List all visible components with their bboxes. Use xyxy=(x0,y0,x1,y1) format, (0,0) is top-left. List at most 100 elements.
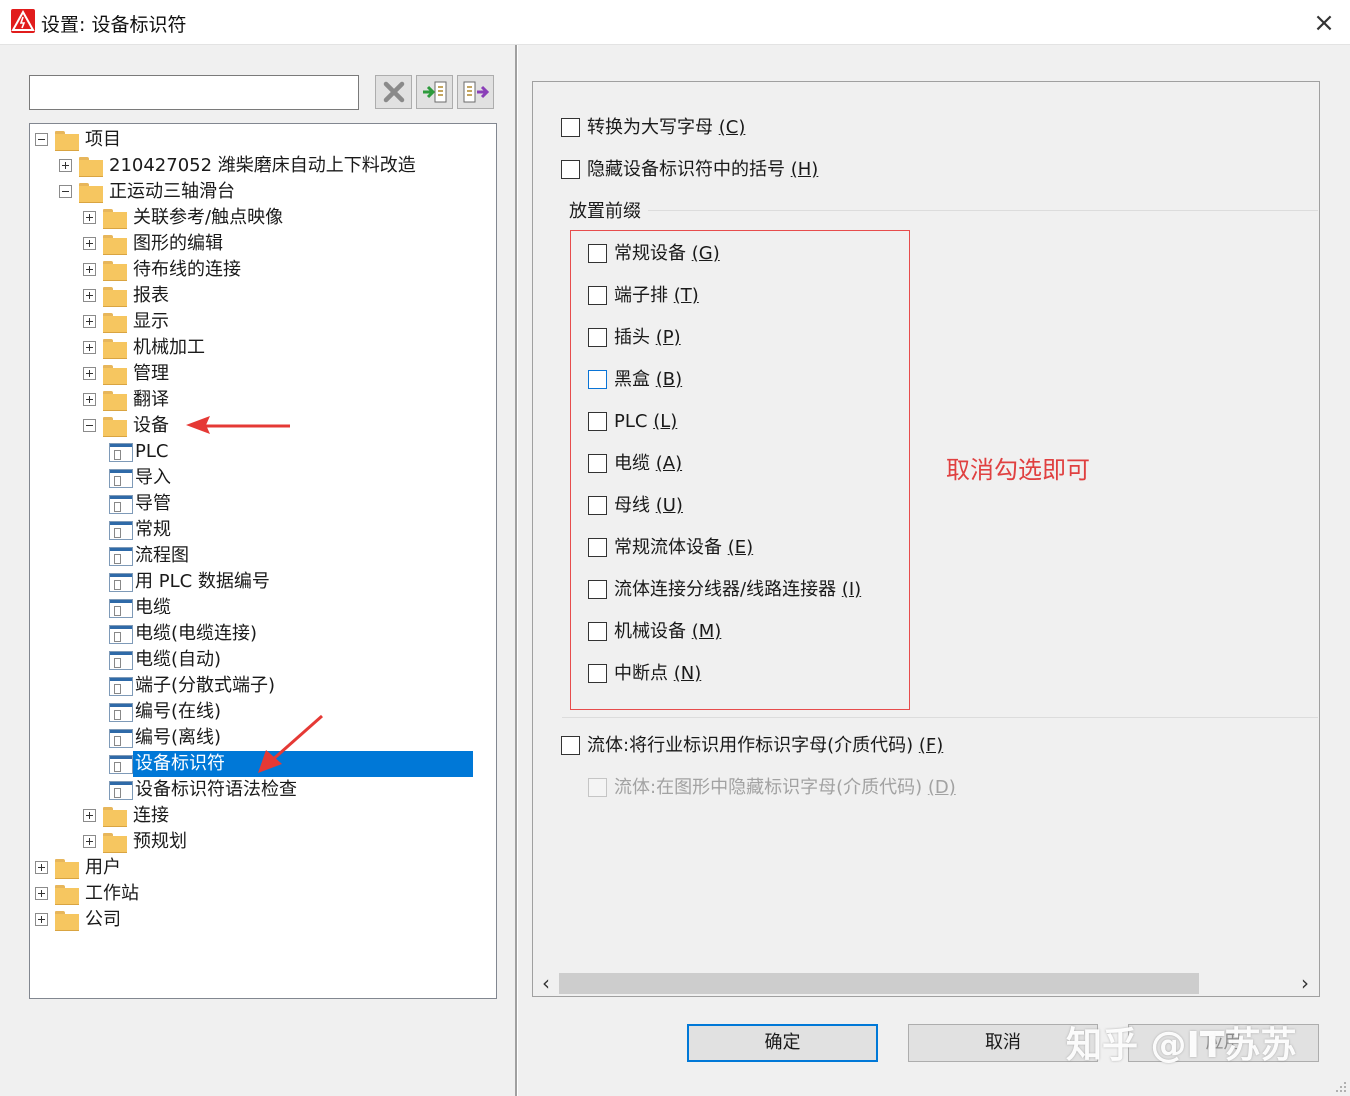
tree-item[interactable]: 管理 xyxy=(30,361,496,387)
scroll-left-icon[interactable]: ‹ xyxy=(534,971,558,996)
horizontal-scrollbar[interactable]: ‹ › xyxy=(534,971,1318,996)
prefix-option-checkbox[interactable] xyxy=(588,538,607,557)
hide-brackets-checkbox[interactable] xyxy=(561,160,580,179)
tree-item[interactable]: 公司 xyxy=(30,907,496,933)
tree-item-label: 电缆 xyxy=(135,597,171,618)
page-icon xyxy=(109,599,133,618)
scroll-thumb[interactable] xyxy=(559,973,1199,994)
page-icon xyxy=(109,703,133,722)
prefix-option-label: 中断点 (N) xyxy=(614,661,701,687)
ok-button[interactable]: 确定 xyxy=(687,1024,878,1062)
tree-item[interactable]: 报表 xyxy=(30,283,496,309)
collapse-minus-icon[interactable] xyxy=(35,133,48,146)
folder-icon xyxy=(79,156,103,177)
prefix-option-text: 常规设备 xyxy=(614,243,692,264)
prefix-option-checkbox[interactable] xyxy=(588,580,607,599)
folder-icon xyxy=(103,312,127,333)
tree-item[interactable]: 正运动三轴滑台 xyxy=(30,179,496,205)
delete-button[interactable] xyxy=(375,75,412,109)
tree-item[interactable]: 用 PLC 数据编号 xyxy=(30,569,496,595)
prefix-option-checkbox[interactable] xyxy=(588,496,607,515)
folder-icon xyxy=(55,858,79,879)
tree-item[interactable]: 流程图 xyxy=(30,543,496,569)
expand-plus-icon[interactable] xyxy=(83,835,96,848)
tree-item-label: 设备标识符语法检查 xyxy=(135,779,297,800)
page-icon xyxy=(109,651,133,670)
prefix-option-checkbox[interactable] xyxy=(588,622,607,641)
prefix-option-key: (T) xyxy=(673,285,699,306)
tree-item-label: 电缆(电缆连接) xyxy=(135,623,258,644)
collapse-minus-icon[interactable] xyxy=(83,419,96,432)
prefix-option-text: 插头 xyxy=(614,327,656,348)
tree-item[interactable]: 机械加工 xyxy=(30,335,496,361)
uppercase-checkbox[interactable] xyxy=(561,118,580,137)
export-button[interactable] xyxy=(457,75,494,109)
tree-item-label: 编号(离线) xyxy=(135,727,222,748)
expand-plus-icon[interactable] xyxy=(83,809,96,822)
folder-icon xyxy=(55,910,79,931)
tree-item[interactable]: 图形的编辑 xyxy=(30,231,496,257)
tree-item[interactable]: 工作站 xyxy=(30,881,496,907)
expand-plus-icon[interactable] xyxy=(59,159,72,172)
tree-item[interactable]: 显示 xyxy=(30,309,496,335)
prefix-option-key: (L) xyxy=(653,411,678,432)
tree-item[interactable]: 预规划 xyxy=(30,829,496,855)
fluid-industry-checkbox[interactable] xyxy=(561,736,580,755)
expand-plus-icon[interactable] xyxy=(83,367,96,380)
prefix-option-checkbox[interactable] xyxy=(588,244,607,263)
prefix-option-checkbox[interactable] xyxy=(588,370,607,389)
expand-plus-icon[interactable] xyxy=(83,341,96,354)
tree-item[interactable]: PLC xyxy=(30,439,496,465)
prefix-option-checkbox[interactable] xyxy=(588,664,607,683)
tree-item[interactable]: 导入 xyxy=(30,465,496,491)
tree-item-label: 项目 xyxy=(85,129,121,150)
prefix-option-key: (U) xyxy=(655,495,683,516)
tree-item[interactable]: 电缆 xyxy=(30,595,496,621)
prefix-option-checkbox[interactable] xyxy=(588,454,607,473)
expand-plus-icon[interactable] xyxy=(83,315,96,328)
prefix-option-checkbox[interactable] xyxy=(588,328,607,347)
folder-icon xyxy=(103,390,127,411)
tree-item[interactable]: 电缆(自动) xyxy=(30,647,496,673)
prefix-option-checkbox[interactable] xyxy=(588,286,607,305)
expand-plus-icon[interactable] xyxy=(35,913,48,926)
tree-item-label: 翻译 xyxy=(133,389,169,410)
delete-x-icon xyxy=(383,81,404,103)
expand-plus-icon[interactable] xyxy=(83,263,96,276)
hide-brackets-key: (H) xyxy=(790,159,819,180)
tree-item[interactable]: 端子(分散式端子) xyxy=(30,673,496,699)
expand-plus-icon[interactable] xyxy=(83,237,96,250)
prefix-option-text: 中断点 xyxy=(614,663,674,684)
collapse-minus-icon[interactable] xyxy=(59,185,72,198)
import-button[interactable] xyxy=(416,75,453,109)
tree-item[interactable]: 常规 xyxy=(30,517,496,543)
page-icon xyxy=(109,443,133,462)
tree-item[interactable]: 电缆(电缆连接) xyxy=(30,621,496,647)
tree-item[interactable]: 连接 xyxy=(30,803,496,829)
search-input[interactable] xyxy=(29,75,359,110)
tree-item[interactable]: 项目 xyxy=(30,127,496,153)
resize-grip-icon[interactable] xyxy=(1332,1078,1348,1094)
group-border-bottom xyxy=(562,717,1318,718)
eplan-app-icon xyxy=(11,9,35,33)
tree-item[interactable]: 210427052 潍柴磨床自动上下料改造 xyxy=(30,153,496,179)
tree-item[interactable]: 待布线的连接 xyxy=(30,257,496,283)
scroll-right-icon[interactable]: › xyxy=(1293,971,1317,996)
expand-plus-icon[interactable] xyxy=(83,211,96,224)
folder-icon xyxy=(103,806,127,827)
expand-plus-icon[interactable] xyxy=(35,861,48,874)
tree-item[interactable]: 设备标识符语法检查 xyxy=(30,777,496,803)
page-icon xyxy=(109,781,133,800)
expand-plus-icon[interactable] xyxy=(83,289,96,302)
close-button[interactable]: × xyxy=(1310,9,1338,37)
tree-item[interactable]: 用户 xyxy=(30,855,496,881)
settings-tree[interactable]: 项目 210427052 潍柴磨床自动上下料改造 正运动三轴滑台 关联参考/触点映像图… xyxy=(29,123,497,999)
expand-plus-icon[interactable] xyxy=(35,887,48,900)
prefix-option-checkbox[interactable] xyxy=(588,412,607,431)
page-icon xyxy=(109,469,133,488)
tree-item[interactable]: 导管 xyxy=(30,491,496,517)
pane-splitter[interactable] xyxy=(515,45,518,1096)
expand-plus-icon[interactable] xyxy=(83,393,96,406)
tree-item-label: 预规划 xyxy=(133,831,187,852)
tree-item[interactable]: 关联参考/触点映像 xyxy=(30,205,496,231)
